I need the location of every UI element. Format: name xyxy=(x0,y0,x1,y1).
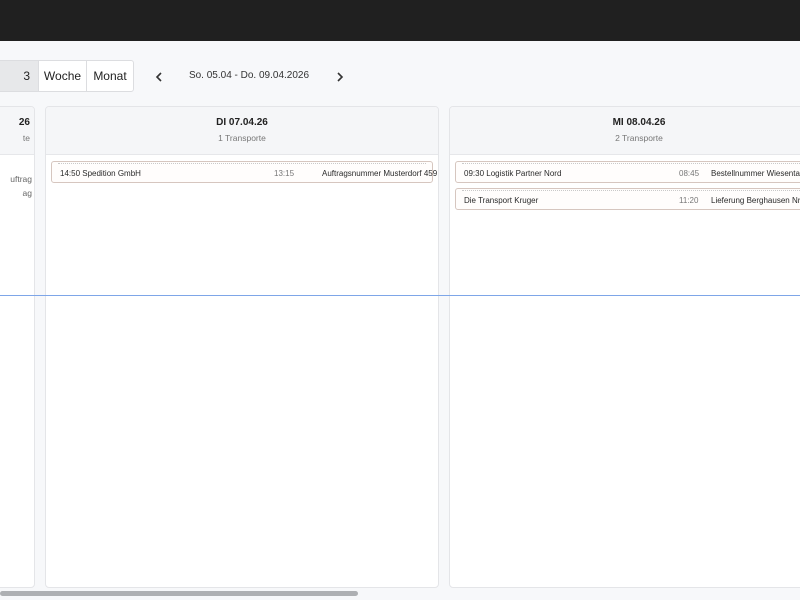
chevron-right-icon[interactable] xyxy=(332,69,348,85)
transport-time: 11:20 xyxy=(679,196,699,205)
transport-card[interactable]: 14:50 Spedition GmbH 13:15 Auftragsnumme… xyxy=(51,161,437,183)
card-divider xyxy=(462,163,800,165)
day-column-previous: 26 te uftrag ag xyxy=(0,106,35,588)
current-time-line xyxy=(0,295,800,296)
transport-company: Die Transport Kruger xyxy=(464,196,539,205)
entry-text: ag xyxy=(22,188,32,198)
card-divider xyxy=(58,163,426,165)
day-transport-count: 2 Transporte xyxy=(615,133,663,143)
day-title: MI 08.04.26 xyxy=(612,117,666,128)
view-week-button[interactable]: Woche xyxy=(39,61,87,91)
transport-reference: Auftragsnummer Musterdorf 459 xyxy=(322,169,438,178)
transport-time: 13:15 xyxy=(274,169,295,178)
day-column-tuesday: DI 07.04.26 1 Transporte 14:50 Spedition… xyxy=(45,106,439,588)
top-app-bar xyxy=(0,0,800,41)
day-header: DI 07.04.26 1 Transporte xyxy=(46,107,438,155)
day-title: DI 07.04.26 xyxy=(216,117,268,128)
transport-reference: Bestellnummer Wiesental xyxy=(711,169,800,178)
day-transport-count: 1 Transporte xyxy=(218,133,266,143)
transport-card[interactable]: Die Transport Kruger 11:20 Lieferung Ber… xyxy=(455,188,800,210)
transport-time: 08:45 xyxy=(679,169,700,178)
transport-card[interactable]: 09:30 Logistik Partner Nord 08:45 Bestel… xyxy=(455,161,800,183)
transport-company: 09:30 Logistik Partner Nord xyxy=(464,169,562,178)
view-3-days-button[interactable]: 3 Tage xyxy=(0,61,39,91)
day-title: 26 xyxy=(18,117,30,128)
day-transport-count: te xyxy=(22,133,30,143)
entry-text: uftrag xyxy=(10,174,32,184)
day-entries: uftrag ag xyxy=(10,172,32,200)
card-divider xyxy=(462,190,800,192)
view-month-button[interactable]: Monat xyxy=(87,61,133,91)
day-header: 26 te xyxy=(0,107,34,155)
transport-company: 14:50 Spedition GmbH xyxy=(60,169,141,178)
chevron-left-icon[interactable] xyxy=(151,69,167,85)
transport-reference: Lieferung Berghausen Nr. 44 xyxy=(711,196,800,205)
horizontal-scrollbar-thumb[interactable] xyxy=(0,591,358,596)
day-header: MI 08.04.26 2 Transporte xyxy=(450,107,800,155)
date-range-label: So. 05.04 - Do. 09.04.2026 xyxy=(188,70,310,81)
day-column-wednesday: MI 08.04.26 2 Transporte 09:30 Logistik … xyxy=(449,106,800,588)
view-switch: 3 Tage Woche Monat xyxy=(0,60,134,92)
